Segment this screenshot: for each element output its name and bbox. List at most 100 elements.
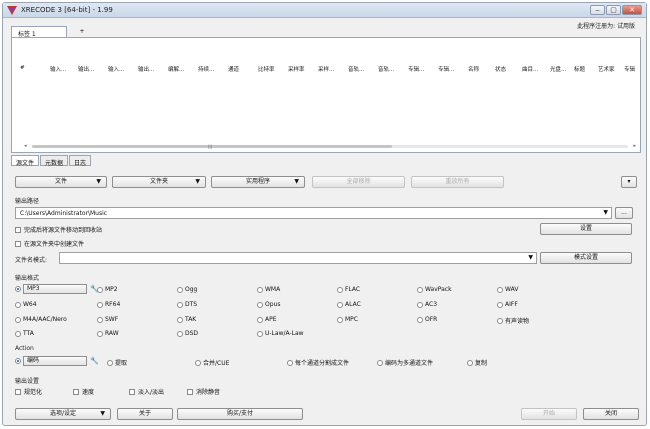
close-button[interactable]: ✕ xyxy=(622,5,642,15)
scroll-left-icon[interactable]: ◂ xyxy=(24,143,27,149)
tab-source-files[interactable]: 源文件 xyxy=(11,155,40,167)
remove-all-button[interactable]: 全部移除 xyxy=(312,176,405,188)
column-header[interactable]: 艺术家 xyxy=(598,65,615,73)
speed-option[interactable]: 速度 xyxy=(73,387,94,396)
column-header[interactable]: 输出... xyxy=(78,65,94,73)
checkbox[interactable] xyxy=(15,226,21,233)
action-option[interactable]: 提取 xyxy=(107,358,127,367)
column-header[interactable]: 曲目... xyxy=(522,65,538,73)
filename-pattern-combo[interactable]: ▼ xyxy=(59,252,537,264)
format-option[interactable]: WAV xyxy=(497,286,518,293)
more-menu-button[interactable]: ▾ xyxy=(621,176,637,188)
column-header[interactable]: 状态 xyxy=(495,65,506,73)
selected-action[interactable]: 编码 xyxy=(23,356,87,366)
selected-format[interactable]: MP3 xyxy=(23,284,87,294)
column-header[interactable]: 输出... xyxy=(138,65,154,73)
chevron-down-icon[interactable]: ▼ xyxy=(528,254,533,261)
chevron-down-icon[interactable]: ▼ xyxy=(603,209,608,216)
column-header[interactable]: 采样... xyxy=(318,65,334,73)
maximize-button[interactable]: ▢ xyxy=(606,5,621,15)
horizontal-scrollbar[interactable]: ◂ ||| ▸ xyxy=(24,143,636,149)
create-in-source-label: 在源文件夹中创建文件 xyxy=(24,241,85,248)
radio-button[interactable] xyxy=(15,358,21,364)
tab-log[interactable]: 日志 xyxy=(69,155,92,167)
column-header[interactable]: 音轨... xyxy=(378,65,394,73)
format-option[interactable]: RAW xyxy=(97,330,119,337)
remove-silence-option[interactable]: 消除静音 xyxy=(187,387,220,396)
repeat-all-button[interactable]: 重放所有 xyxy=(411,176,504,188)
action-option-encode[interactable]: 编码 🔧 xyxy=(15,356,99,366)
folders-dropdown[interactable]: 文件夹 ▼ xyxy=(112,176,206,188)
format-option[interactable]: DTS xyxy=(177,301,197,308)
column-header[interactable]: 通道 xyxy=(228,65,239,73)
column-header[interactable]: # xyxy=(20,65,25,71)
browse-button[interactable]: ... xyxy=(615,207,633,219)
column-header[interactable]: 专辑... xyxy=(438,65,454,73)
title-bar: XRECODE 3 [64-bit] - 1.99 ‒ ▢ ✕ xyxy=(3,3,646,18)
format-option[interactable]: APE xyxy=(257,316,277,323)
settings-button[interactable]: 设置 xyxy=(540,223,632,235)
action-option[interactable]: 编码为多通道文件 xyxy=(377,358,433,367)
action-option[interactable]: 每个通道分割成文件 xyxy=(287,358,349,367)
list-header: # 输入... 输出... 输入... 输出... 编解... 持续... 通道… xyxy=(12,65,640,75)
format-option[interactable]: ALAC xyxy=(337,301,361,308)
scroll-right-icon[interactable]: ▸ xyxy=(633,143,636,149)
output-path-value: C:\Users\Administrator\Music xyxy=(20,210,108,217)
format-option[interactable]: U-Law/A-Law xyxy=(257,330,304,337)
recycle-source-option[interactable]: 完成后将源文件移动到回收站 xyxy=(15,225,102,234)
column-header[interactable]: 编解... xyxy=(168,65,184,73)
format-option[interactable]: DSD xyxy=(177,330,198,337)
column-header[interactable]: 名称 xyxy=(468,65,479,73)
action-option[interactable]: 合并/CUE xyxy=(195,358,229,367)
minimize-button[interactable]: ‒ xyxy=(590,5,605,15)
format-option[interactable]: TTA xyxy=(15,330,34,337)
output-path-combo[interactable]: C:\Users\Administrator\Music ▼ xyxy=(15,207,612,219)
start-button[interactable]: 开始 xyxy=(521,408,577,420)
format-option[interactable]: TAK xyxy=(177,316,196,323)
format-option[interactable]: OFR xyxy=(417,316,437,323)
column-header[interactable]: 持续... xyxy=(198,65,214,73)
file-list[interactable]: # 输入... 输出... 输入... 输出... 编解... 持续... 通道… xyxy=(11,37,641,153)
column-header[interactable]: 采样率 xyxy=(288,65,305,73)
format-option[interactable]: Ogg xyxy=(177,286,197,293)
format-option[interactable]: Opus xyxy=(257,301,280,308)
column-header[interactable]: 比特率 xyxy=(258,65,275,73)
files-dropdown[interactable]: 文件 ▼ xyxy=(15,176,107,188)
format-option[interactable]: WMA xyxy=(257,286,280,293)
checkbox[interactable] xyxy=(15,240,21,247)
buy-button[interactable]: 购买/支付 xyxy=(177,408,303,420)
format-option[interactable]: AC3 xyxy=(417,301,437,308)
format-option[interactable]: SWF xyxy=(97,316,118,323)
column-header[interactable]: 专辑 xyxy=(624,65,635,73)
options-settings-dropdown[interactable]: 选项/设定 ▼ xyxy=(15,408,111,420)
close-app-button[interactable]: 关闭 xyxy=(583,408,639,420)
column-header[interactable]: 音轨... xyxy=(348,65,364,73)
format-option[interactable]: W64 xyxy=(15,301,37,308)
radio-button[interactable] xyxy=(15,286,21,292)
normalize-option[interactable]: 规范化 xyxy=(15,387,42,396)
column-header[interactable]: 标题 xyxy=(574,65,585,73)
wrench-icon[interactable]: 🔧 xyxy=(90,357,99,365)
format-option[interactable]: FLAC xyxy=(337,286,360,293)
format-option[interactable]: MP2 xyxy=(97,286,118,293)
column-header[interactable]: 光盘... xyxy=(550,65,566,73)
format-option[interactable]: 有声读物 xyxy=(497,316,529,325)
format-option-mp3[interactable]: MP3 🔧 xyxy=(15,284,99,294)
format-option[interactable]: MPC xyxy=(337,316,358,323)
format-option[interactable]: M4A/AAC/Nero xyxy=(15,316,67,323)
column-header[interactable]: 专辑... xyxy=(408,65,424,73)
utilities-label: 实用程序 xyxy=(245,178,270,185)
app-window: XRECODE 3 [64-bit] - 1.99 ‒ ▢ ✕ 此程序注册为: … xyxy=(2,2,647,426)
action-option[interactable]: 复制 xyxy=(467,358,487,367)
fade-option[interactable]: 淡入/淡出 xyxy=(129,387,164,396)
format-option[interactable]: AIFF xyxy=(497,301,518,308)
column-header[interactable]: 输入... xyxy=(108,65,124,73)
column-header[interactable]: 输入... xyxy=(50,65,66,73)
pattern-settings-button[interactable]: 模式设置 xyxy=(540,252,632,264)
format-option[interactable]: WavPack xyxy=(417,286,452,293)
about-button[interactable]: 关于 xyxy=(117,408,173,420)
tab-metadata[interactable]: 元数据 xyxy=(40,155,69,167)
format-option[interactable]: RF64 xyxy=(97,301,120,308)
utilities-dropdown[interactable]: 实用程序 ▼ xyxy=(211,176,305,188)
create-in-source-option[interactable]: 在源文件夹中创建文件 xyxy=(15,239,84,248)
